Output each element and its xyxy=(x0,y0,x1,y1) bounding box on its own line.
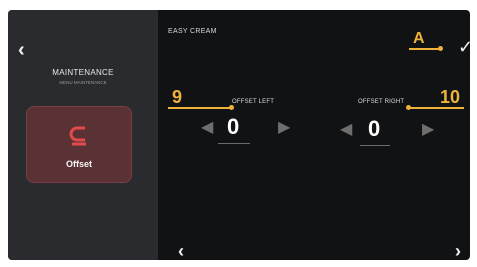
back-button[interactable]: ‹ xyxy=(18,40,25,60)
chevron-left-icon: ‹ xyxy=(178,241,184,260)
callout-a-line xyxy=(409,48,441,50)
offset-left-increase[interactable]: ▶ xyxy=(278,120,290,136)
check-icon: ✓ xyxy=(458,37,470,57)
arrow-right-icon: ▶ xyxy=(278,119,291,136)
offset-tile-label: Offset xyxy=(65,159,92,169)
sidebar: ‹ MAINTENANCE MENU MAINTENANCE Offset xyxy=(8,10,158,260)
sidebar-title: MAINTENANCE xyxy=(52,68,114,77)
offset-right-increase[interactable]: ▶ xyxy=(422,122,434,138)
callout-10: 10 xyxy=(440,87,461,107)
offset-left-value: 0 xyxy=(227,114,240,139)
callout-10-dot xyxy=(406,105,411,110)
back-icon: ‹ xyxy=(18,39,25,61)
arrow-right-icon: ▶ xyxy=(422,121,435,138)
offset-tile[interactable]: Offset xyxy=(26,106,132,183)
confirm-button[interactable]: ✓ xyxy=(458,38,470,56)
sidebar-subtitle: MENU MAINTENANCE xyxy=(59,80,107,85)
previous-page-button[interactable]: ‹ xyxy=(178,242,184,260)
callout-9-line xyxy=(168,107,232,109)
arrow-left-icon: ◀ xyxy=(201,119,214,136)
offset-icon xyxy=(69,126,86,146)
arrow-left-icon: ◀ xyxy=(340,121,353,138)
next-page-button[interactable]: › xyxy=(455,242,461,260)
page-title: EASY CREAM xyxy=(168,28,217,35)
callout-10-line xyxy=(408,107,464,109)
offset-left-decrease[interactable]: ◀ xyxy=(201,120,213,136)
offset-right-value: 0 xyxy=(368,116,381,141)
callout-a: A xyxy=(413,30,425,47)
offset-left-label: OFFSET LEFT xyxy=(232,99,275,105)
offset-left-underline xyxy=(218,143,250,144)
offset-right-label: OFFSET RIGHT xyxy=(358,99,405,105)
chevron-right-icon: › xyxy=(455,241,461,260)
device-screen: ‹ MAINTENANCE MENU MAINTENANCE Offset EA… xyxy=(8,10,470,260)
offset-right-decrease[interactable]: ◀ xyxy=(340,122,352,138)
callout-9-dot xyxy=(229,105,234,110)
offset-right-underline xyxy=(360,145,390,146)
callout-a-dot xyxy=(438,46,443,51)
callout-9: 9 xyxy=(172,87,183,107)
